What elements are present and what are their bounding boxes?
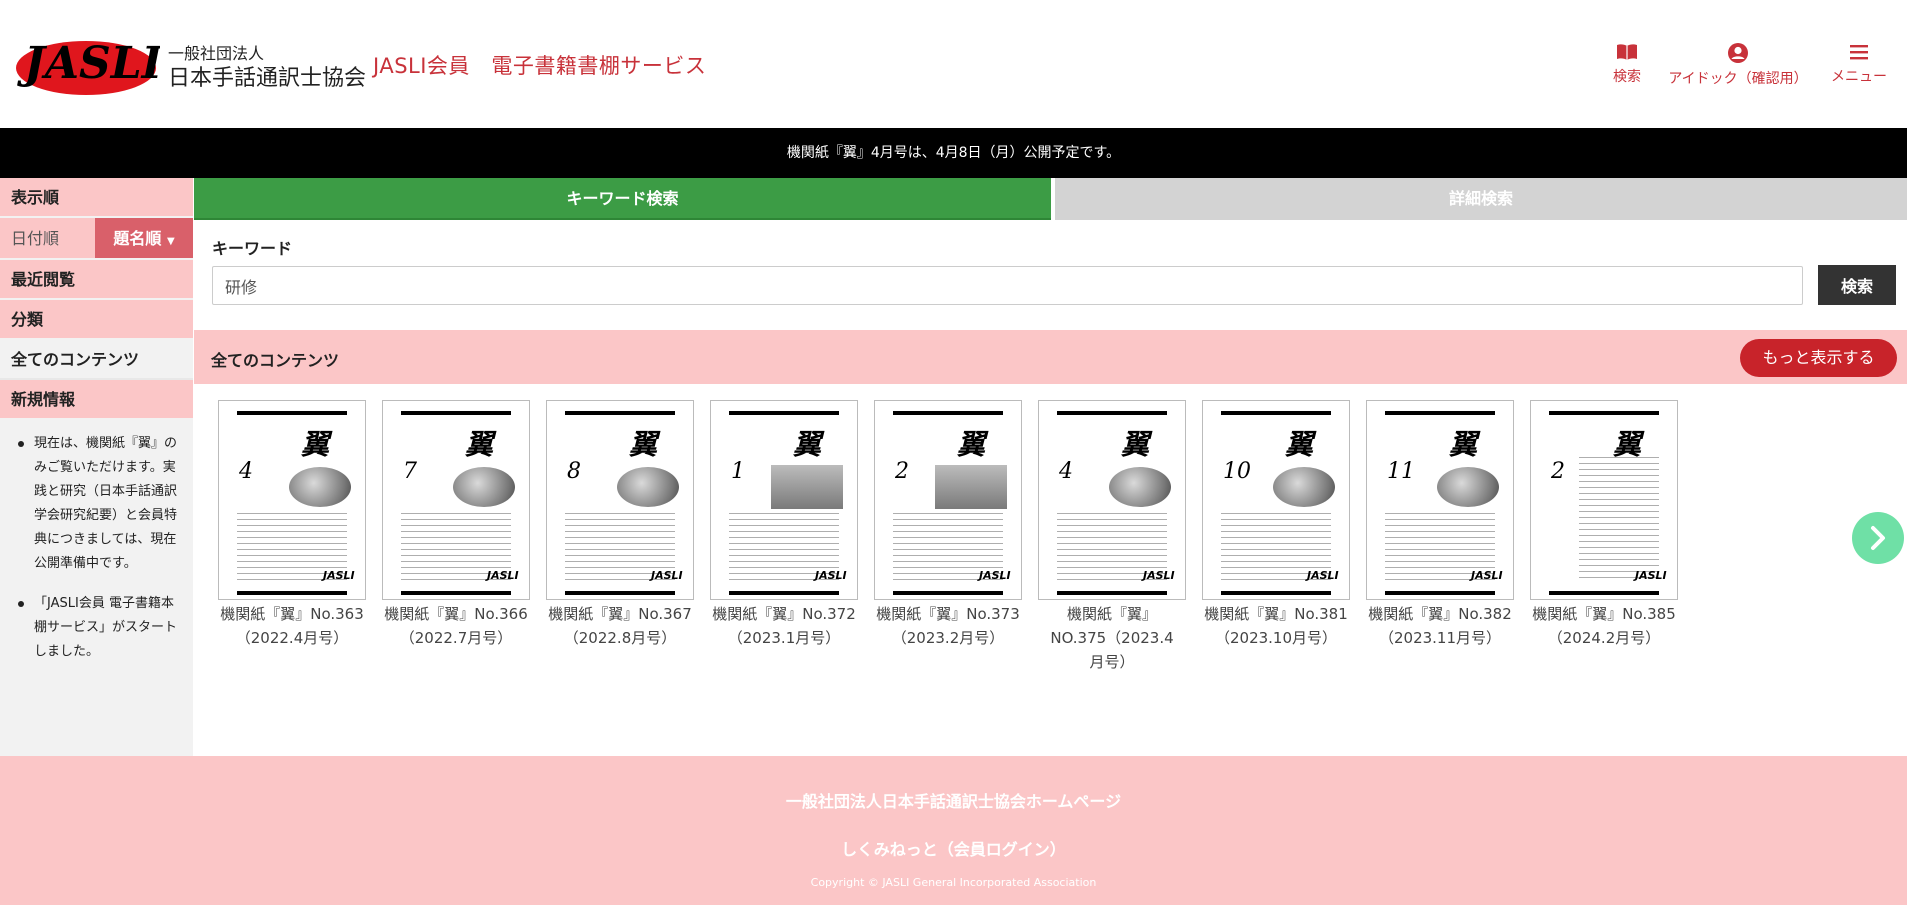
user-circle-icon [1728, 43, 1748, 63]
book-cover[interactable]: 翼 4 JASLI [218, 400, 366, 600]
book-title[interactable]: 機関紙『翼』No.381 （2023.10月号） [1202, 602, 1350, 650]
book-cover[interactable]: 翼 1 JASLI [710, 400, 858, 600]
sidebar-item-recent[interactable]: 最近閲覧 [0, 260, 193, 300]
copyright: Copyright © JASLI General Incorporated A… [810, 876, 1097, 889]
book-title[interactable]: 機関紙『翼』No.385 （2024.2月号） [1530, 602, 1678, 650]
book-cover[interactable]: 翼 11 JASLI [1366, 400, 1514, 600]
book-item[interactable]: 翼 10 JASLI 機関紙『翼』No.381 （2023.10月号） [1202, 400, 1350, 650]
book-title[interactable]: 機関紙『翼』No.373 （2023.2月号） [874, 602, 1022, 650]
book-cover[interactable]: 翼 7 JASLI [382, 400, 530, 600]
news-list: 現在は、機関紙『翼』のみご覧いただけます。実践と研究（日本手話通訳学会研究紀要）… [0, 420, 193, 664]
show-more-button[interactable]: もっと表示する [1740, 339, 1897, 377]
carousel-next-button[interactable] [1852, 512, 1904, 564]
search-tabs: キーワード検索 詳細検索 [194, 178, 1907, 220]
header-account-label: アイドック（確認用） [1668, 71, 1808, 87]
book-shelf: 翼 4 JASLI 機関紙『翼』No.363 （2022.4月号） 翼 7 JA… [218, 400, 1678, 680]
tab-detail-search[interactable]: 詳細検索 [1055, 178, 1907, 220]
keyword-label: キーワード [212, 239, 293, 258]
sidebar-item-all-contents[interactable]: 全てのコンテンツ [0, 340, 193, 380]
book-item[interactable]: 翼 4 JASLI 機関紙『翼』No.363 （2022.4月号） [218, 400, 366, 650]
header-account-button[interactable]: アイドック（確認用） [1662, 42, 1814, 88]
keyword-search-button[interactable]: 検索 [1818, 265, 1896, 305]
book-icon [1617, 44, 1637, 60]
cover-photo [1109, 467, 1171, 507]
header-menu-button[interactable]: メニュー [1826, 42, 1892, 86]
site-footer: 一般社団法人日本手話通訳士協会ホームページ しくみねっと（会員ログイン） Cop… [0, 756, 1907, 905]
sort-by-date-button[interactable]: 日付順 [0, 218, 95, 258]
header-menu-label: メニュー [1831, 69, 1887, 85]
book-title[interactable]: 機関紙『翼』No.366 （2022.7月号） [382, 602, 530, 650]
book-cover[interactable]: 翼 10 JASLI [1202, 400, 1350, 600]
book-item[interactable]: 翼 2 JASLI 機関紙『翼』No.385 （2024.2月号） [1530, 400, 1678, 650]
cover-photo [617, 467, 679, 507]
cover-photo [935, 465, 1007, 509]
book-cover[interactable]: 翼 2 JASLI [874, 400, 1022, 600]
sidebar: 表示順 日付順 題名順 ▼ 最近閲覧 分類 全てのコンテンツ 新規情報 現在は、… [0, 178, 193, 756]
sort-heading: 表示順 [0, 178, 193, 218]
book-title[interactable]: 機関紙『翼』No.363 （2022.4月号） [218, 602, 366, 650]
contents-heading: 全てのコンテンツ [211, 351, 340, 370]
cover-photo [453, 467, 515, 507]
book-title[interactable]: 機関紙『翼』No.372 （2023.1月号） [710, 602, 858, 650]
cover-photo [289, 467, 351, 507]
news-heading: 新規情報 [0, 380, 193, 420]
service-title: JASLI会員 電子書籍書棚サービス [373, 54, 707, 78]
tab-keyword-search[interactable]: キーワード検索 [194, 178, 1051, 220]
book-item[interactable]: 翼 11 JASLI 機関紙『翼』No.382 （2023.11月号） [1366, 400, 1514, 650]
book-title[interactable]: 機関紙『翼』No.382 （2023.11月号） [1366, 602, 1514, 650]
cover-photo [771, 465, 843, 509]
org-name-label: 日本手話通訳士協会 [168, 66, 367, 91]
jasli-logo[interactable]: JASLI [14, 28, 164, 98]
book-item[interactable]: 翼 8 JASLI 機関紙『翼』No.367 （2022.8月号） [546, 400, 694, 650]
hamburger-menu-icon [1850, 45, 1868, 60]
book-item[interactable]: 翼 1 JASLI 機関紙『翼』No.372 （2023.1月号） [710, 400, 858, 650]
book-cover[interactable]: 翼 2 JASLI [1530, 400, 1678, 600]
header-search-label: 検索 [1613, 69, 1641, 85]
svg-text:JASLI: JASLI [17, 38, 160, 89]
book-item[interactable]: 翼 4 JASLI 機関紙『翼』 NO.375（2023.4月号） [1038, 400, 1186, 674]
book-cover[interactable]: 翼 4 JASLI [1038, 400, 1186, 600]
caret-down-icon: ▼ [166, 236, 175, 247]
keyword-input[interactable] [212, 266, 1803, 305]
sidebar-item-category[interactable]: 分類 [0, 300, 193, 340]
book-title[interactable]: 機関紙『翼』 NO.375（2023.4月号） [1038, 602, 1186, 674]
book-item[interactable]: 翼 7 JASLI 機関紙『翼』No.366 （2022.7月号） [382, 400, 530, 650]
announcement-bar: 機関紙『翼』4月号は、4月8日（月）公開予定です。 [0, 128, 1907, 178]
book-item[interactable]: 翼 2 JASLI 機関紙『翼』No.373 （2023.2月号） [874, 400, 1022, 650]
chevron-right-icon [1871, 526, 1885, 550]
book-title[interactable]: 機関紙『翼』No.367 （2022.8月号） [546, 602, 694, 650]
book-cover[interactable]: 翼 8 JASLI [546, 400, 694, 600]
cover-photo [1437, 467, 1499, 507]
sort-by-title-label: 題名順 [113, 229, 162, 248]
sort-by-title-button[interactable]: 題名順 ▼ [95, 218, 193, 258]
contents-header: 全てのコンテンツ もっと表示する [194, 330, 1907, 384]
footer-login-link[interactable]: しくみねっと（会員ログイン） [0, 836, 1907, 860]
site-header: JASLI 一般社団法人 日本手話通訳士協会 JASLI会員 電子書籍書棚サービ… [0, 0, 1907, 128]
cover-photo [1273, 467, 1335, 507]
news-item: 「JASLI会員 電子書籍本棚サービス」がスタートしました。 [12, 592, 183, 664]
footer-homepage-link[interactable]: 一般社団法人日本手話通訳士協会ホームページ [0, 788, 1907, 812]
sort-options: 日付順 題名順 ▼ [0, 218, 193, 260]
header-search-button[interactable]: 検索 [1606, 42, 1648, 86]
news-item: 現在は、機関紙『翼』のみご覧いただけます。実践と研究（日本手話通訳学会研究紀要）… [12, 432, 183, 576]
